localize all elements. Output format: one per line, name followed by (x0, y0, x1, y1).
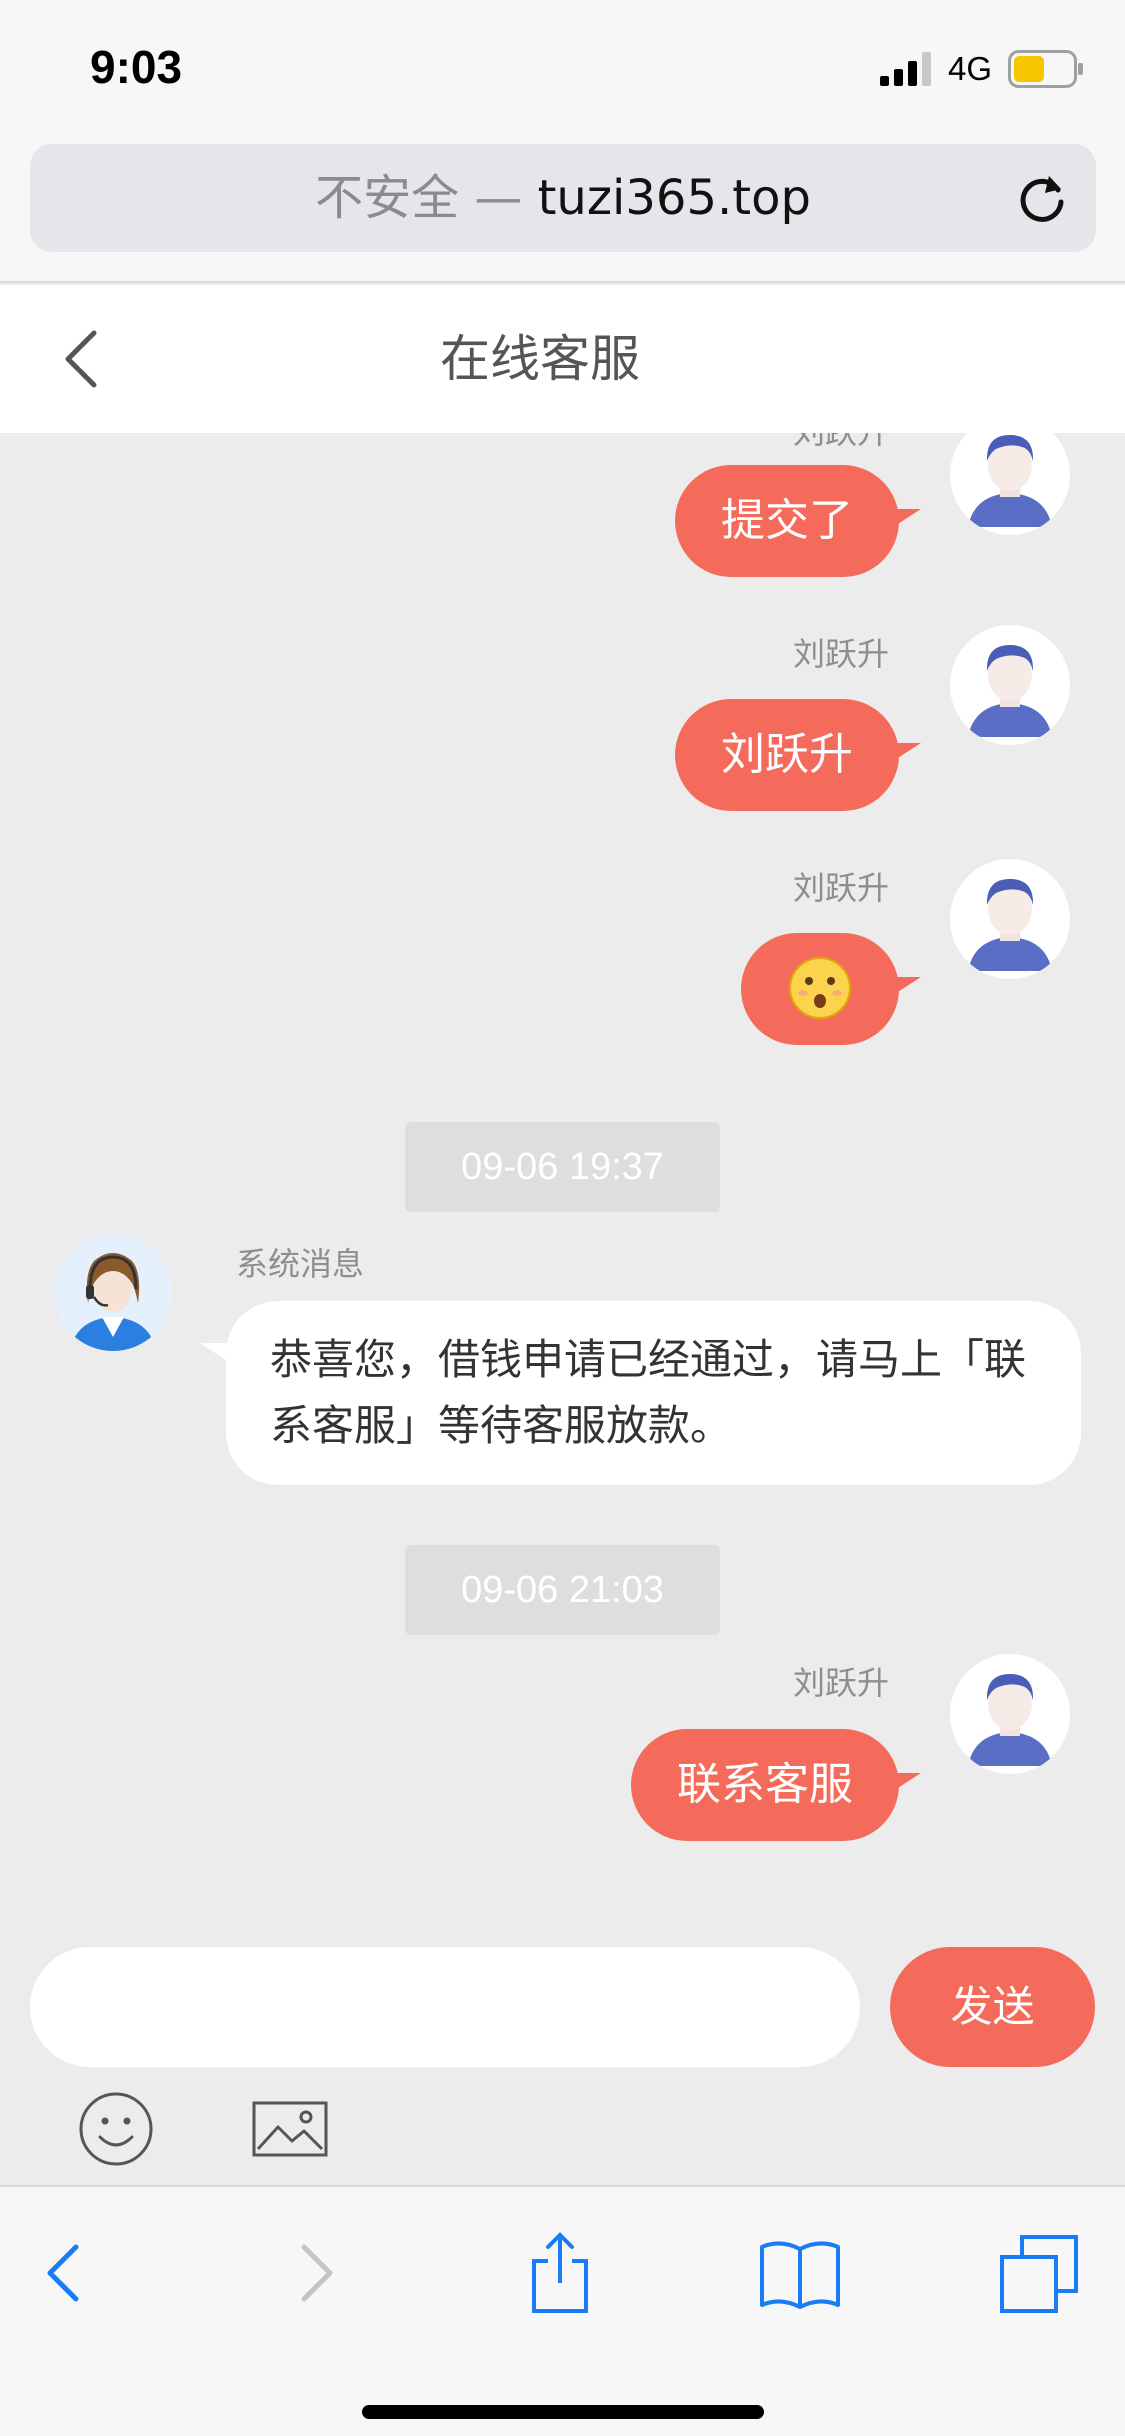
message-timestamp: 09-06 21:03 (405, 1545, 720, 1635)
address-bar[interactable]: 不安全 — tuzi365.top (30, 144, 1096, 252)
browser-toolbar (0, 2185, 1125, 2436)
user-avatar[interactable] (950, 433, 1070, 535)
outgoing-message-bubble[interactable]: 联系客服 (631, 1729, 921, 1841)
browser-back-icon[interactable] (24, 2231, 108, 2315)
sender-name: 刘跃升 (792, 635, 889, 673)
user-avatar[interactable] (950, 859, 1070, 979)
user-avatar-icon (968, 435, 1052, 527)
page-title: 在线客服 (440, 330, 640, 388)
user-avatar[interactable] (950, 625, 1070, 745)
tabs-icon[interactable] (998, 2231, 1082, 2315)
browser-address-area: 不安全 — tuzi365.top (0, 140, 1125, 283)
outgoing-message-bubble[interactable]: 提交了 (675, 465, 921, 577)
user-avatar-icon (968, 879, 1052, 971)
security-warning: 不安全 (315, 170, 460, 226)
sender-name: 刘跃升 (793, 433, 889, 453)
sender-name: 刘跃升 (792, 869, 889, 907)
message-composer: 发送 (0, 1913, 1125, 2185)
sender-name: 刘跃升 (792, 1664, 889, 1702)
status-time: 9:03 (90, 41, 183, 93)
message-input[interactable] (30, 1947, 860, 2067)
share-icon[interactable] (518, 2231, 602, 2315)
status-bar: 9:03 4G (0, 0, 1125, 140)
incoming-message-bubble[interactable]: 恭喜您，借钱申请已经通过，请马上「联系客服」等待客服放款。 (200, 1301, 1081, 1485)
battery-icon (1008, 50, 1083, 88)
network-type: 4G (948, 50, 993, 87)
signal-strength-icon (880, 52, 931, 86)
agent-avatar[interactable] (54, 1233, 172, 1351)
user-avatar-icon (968, 645, 1052, 737)
user-avatar-icon (968, 1674, 1052, 1766)
url-separator: — (459, 170, 538, 226)
outgoing-emoji-bubble[interactable] (741, 933, 921, 1045)
hushed-face-emoji-icon (789, 957, 851, 1019)
home-indicator (362, 2405, 764, 2419)
browser-forward-icon[interactable] (272, 2231, 356, 2315)
url-domain: tuzi365.top (537, 170, 811, 226)
bookmarks-icon[interactable] (758, 2231, 842, 2315)
message-timestamp: 09-06 19:37 (405, 1122, 720, 1212)
reload-icon[interactable] (1014, 170, 1070, 226)
customer-service-agent-icon (70, 1253, 156, 1351)
url-display[interactable]: 不安全 — tuzi365.top (30, 144, 1096, 252)
chat-messages[interactable]: 刘跃升 提交了 刘跃升 刘跃升 刘跃升 (0, 433, 1125, 1913)
user-avatar[interactable] (950, 1654, 1070, 1774)
sender-name: 系统消息 (236, 1245, 365, 1283)
send-button[interactable]: 发送 (890, 1947, 1095, 2067)
image-upload-icon[interactable] (252, 2101, 328, 2157)
page-header: 在线客服 (0, 285, 1125, 433)
outgoing-message-bubble[interactable]: 刘跃升 (675, 699, 921, 811)
emoji-picker-icon[interactable] (78, 2091, 154, 2167)
